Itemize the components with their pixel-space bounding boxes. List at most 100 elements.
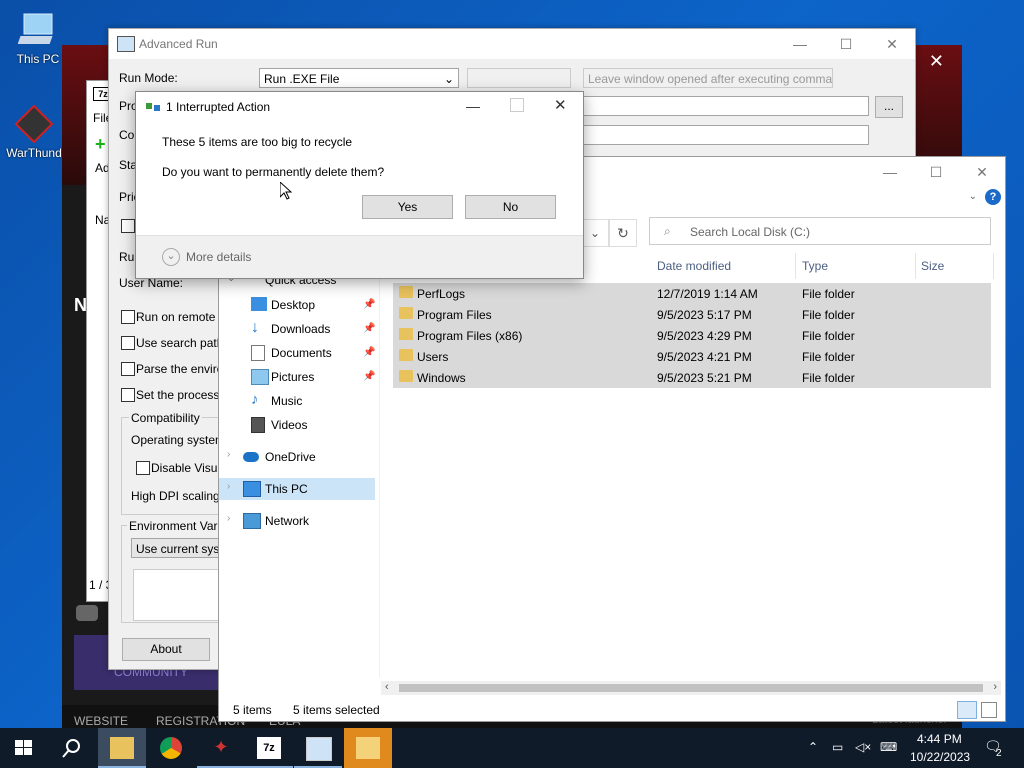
- volume-muted-icon[interactable]: ◁×: [855, 740, 871, 754]
- program-path-field[interactable]: [583, 96, 869, 116]
- run-mode-label: Run Mode:: [119, 71, 178, 85]
- nav-desktop-label: Desktop: [271, 298, 316, 312]
- close-button[interactable]: ✕: [869, 29, 915, 59]
- about-button[interactable]: About: [122, 638, 210, 661]
- file-type: File folder: [802, 287, 855, 301]
- scroll-right-icon[interactable]: ›: [993, 681, 997, 693]
- taskbar-file-operation[interactable]: [344, 728, 392, 768]
- column-date-modified[interactable]: Date modified: [657, 259, 731, 273]
- refresh-icon[interactable]: ↻: [609, 219, 637, 247]
- file-row[interactable]: Windows 9/5/2023 5:21 PM File folder: [393, 367, 991, 388]
- command-line-field[interactable]: [583, 125, 869, 145]
- set-process-label: Set the process a: [136, 388, 230, 402]
- network-status-icon[interactable]: ▭: [832, 740, 843, 754]
- nav-documents[interactable]: Documents 📌: [219, 342, 375, 364]
- nav-onedrive[interactable]: › OneDrive: [219, 446, 375, 468]
- 7zip-icon: 7z: [257, 737, 281, 759]
- desktop-icon-warthunder[interactable]: WarThund: [4, 104, 64, 160]
- scroll-left-icon[interactable]: ‹: [385, 681, 389, 693]
- disable-visual-checkbox[interactable]: [136, 461, 150, 475]
- status-selected-count: 5 items selected: [293, 703, 380, 717]
- column-type[interactable]: Type: [802, 259, 828, 273]
- windows-logo-icon: [15, 740, 32, 755]
- os-label: Operating system: [131, 433, 226, 447]
- dialog-question: Do you want to permanently delete them?: [162, 165, 385, 179]
- cloud-icon: [243, 452, 259, 462]
- nav-videos[interactable]: Videos: [219, 414, 375, 436]
- keyboard-icon[interactable]: ⌨: [880, 740, 897, 754]
- browse-button[interactable]: ...: [875, 96, 903, 118]
- taskbar-warthunder[interactable]: ✦: [197, 728, 245, 768]
- desktop-icon-this-pc[interactable]: This PC: [8, 10, 68, 66]
- network-icon: [243, 513, 261, 529]
- environment-list[interactable]: [133, 569, 221, 621]
- remote-checkbox[interactable]: [121, 310, 135, 324]
- pin-icon: 📌: [363, 371, 376, 382]
- close-button[interactable]: ✕: [959, 157, 1005, 187]
- yes-button[interactable]: Yes: [362, 195, 453, 219]
- advanced-run-icon: [306, 737, 332, 761]
- more-details-link[interactable]: More details: [186, 250, 251, 264]
- search-icon: ⌕: [664, 224, 671, 238]
- nav-onedrive-label: OneDrive: [265, 450, 316, 464]
- help-icon[interactable]: ?: [985, 189, 1001, 205]
- website-link[interactable]: WEBSITE: [74, 714, 128, 728]
- video-film-icon: [251, 417, 265, 433]
- maximize-button[interactable]: ☐: [823, 29, 869, 59]
- set-process-checkbox[interactable]: [121, 388, 135, 402]
- add-icon[interactable]: +: [95, 135, 109, 153]
- search-box[interactable]: ⌕ Search Local Disk (C:): [649, 217, 991, 245]
- close-button[interactable]: ✕: [554, 96, 567, 114]
- nav-this-pc[interactable]: › This PC: [219, 478, 375, 500]
- maximize-button[interactable]: ☐: [913, 157, 959, 187]
- chevron-down-icon[interactable]: ⌄: [162, 248, 180, 266]
- taskbar-advanced-run[interactable]: [294, 728, 342, 768]
- launcher-close-icon[interactable]: ✕: [929, 51, 944, 72]
- search-placeholder: Search Local Disk (C:): [690, 225, 811, 239]
- desktop-folder-icon: [251, 297, 267, 311]
- file-date: 9/5/2023 4:29 PM: [657, 329, 752, 343]
- ribbon-expand-icon[interactable]: ⌄: [969, 191, 977, 202]
- file-row[interactable]: Users 9/5/2023 4:21 PM File folder: [393, 346, 991, 367]
- nav-desktop[interactable]: Desktop 📌: [219, 294, 375, 316]
- start-button[interactable]: [0, 728, 48, 768]
- nav-pictures[interactable]: Pictures 📌: [219, 366, 375, 388]
- file-row[interactable]: PerfLogs 12/7/2019 1:14 AM File folder: [393, 283, 991, 304]
- leave-window-select[interactable]: Leave window opened after executing comm…: [583, 68, 833, 88]
- search-icon: [62, 739, 80, 758]
- desktop-icon-label: This PC: [16, 52, 60, 66]
- tray-chevron-up-icon[interactable]: ⌃: [808, 740, 818, 754]
- minimize-button[interactable]: —: [777, 29, 823, 59]
- nav-network[interactable]: › Network: [219, 510, 375, 532]
- chrome-icon: [160, 737, 182, 759]
- no-button[interactable]: No: [465, 195, 556, 219]
- taskbar-file-explorer[interactable]: [98, 728, 146, 768]
- details-view-icon[interactable]: [957, 701, 977, 719]
- clock-date[interactable]: 10/22/2023: [910, 750, 970, 764]
- parse-env-checkbox[interactable]: [121, 362, 135, 376]
- file-row[interactable]: Program Files (x86) 9/5/2023 4:29 PM Fil…: [393, 325, 991, 346]
- nav-music[interactable]: ♪ Music: [219, 390, 375, 412]
- dialog-footer: ⌄ More details: [136, 235, 583, 278]
- minimize-button[interactable]: —: [867, 157, 913, 187]
- horizontal-scrollbar[interactable]: ‹ ›: [381, 681, 1001, 695]
- file-operation-icon: [356, 737, 380, 759]
- file-row[interactable]: Program Files 9/5/2023 5:17 PM File fold…: [393, 304, 991, 325]
- search-button[interactable]: [48, 728, 96, 768]
- youtube-icon[interactable]: [76, 605, 98, 621]
- nav-downloads[interactable]: ↓ Downloads 📌: [219, 318, 375, 340]
- address-dropdown-icon[interactable]: ⌄: [581, 219, 609, 247]
- file-date: 9/5/2023 5:21 PM: [657, 371, 752, 385]
- scroll-thumb[interactable]: [399, 684, 983, 692]
- clock-time[interactable]: 4:44 PM: [917, 732, 962, 746]
- taskbar-chrome[interactable]: [148, 728, 196, 768]
- unnamed-checkbox[interactable]: [121, 219, 135, 233]
- search-path-checkbox[interactable]: [121, 336, 135, 350]
- column-size[interactable]: Size: [921, 259, 944, 273]
- run-mode-select[interactable]: Run .EXE File ⌄: [259, 68, 459, 88]
- minimize-button[interactable]: —: [466, 98, 482, 114]
- taskbar-7zip[interactable]: 7z: [245, 728, 293, 768]
- large-icons-view-icon[interactable]: [981, 702, 997, 718]
- environment-select[interactable]: Use current syste: [131, 538, 221, 558]
- secondary-select[interactable]: [467, 68, 571, 88]
